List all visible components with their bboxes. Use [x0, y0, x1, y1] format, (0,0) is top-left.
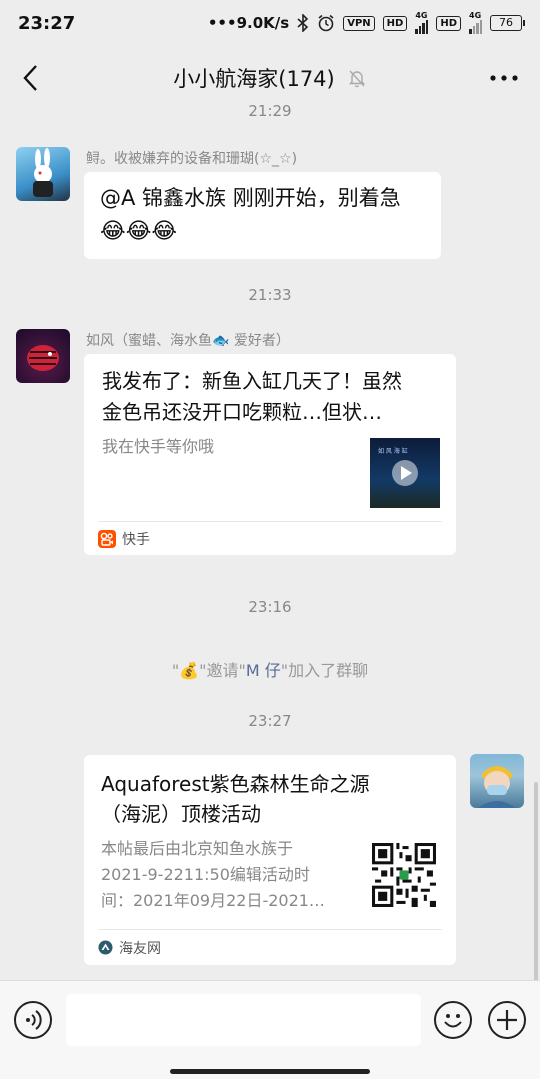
chat-messages[interactable]: 21:29 鲟。收被嫌弃的设备和珊瑚(☆_☆) @A 锦鑫水族 刚刚开始，别着急… — [0, 100, 540, 980]
card-source-name: 海友网 — [119, 940, 161, 957]
money-bag-icon: 💰 — [179, 661, 200, 680]
rabbit-avatar-icon — [33, 148, 53, 197]
plus-icon — [497, 1010, 517, 1030]
chat-title: 小小航海家(174) — [173, 63, 366, 93]
card-source-name: 快手 — [122, 531, 150, 548]
video-thumbnail[interactable]: 如 风 海 缸 — [370, 438, 440, 508]
scrollbar[interactable] — [534, 782, 538, 982]
bluetooth-icon — [297, 14, 309, 32]
mute-bell-icon — [348, 70, 365, 88]
kuaishou-logo-icon — [98, 529, 116, 548]
qr-code-icon[interactable] — [372, 843, 436, 907]
card-description: 我在快手等你哦 — [102, 437, 215, 456]
back-arrow-icon[interactable] — [14, 60, 50, 96]
card-title-line-1: 我发布了：新鱼入缸几天了！虽然 — [102, 369, 402, 393]
fish-avatar-icon — [27, 345, 59, 371]
message-text: @A 锦鑫水族 刚刚开始，别着急 — [100, 186, 401, 210]
alarm-icon — [318, 14, 334, 32]
member-name-link[interactable]: M 仔 — [246, 661, 281, 680]
sender-name-1: 鲟。收被嫌弃的设备和珊瑚(☆_☆) — [86, 151, 298, 167]
vpn-badge: VPN — [343, 15, 375, 31]
avatar-self[interactable] — [470, 754, 524, 808]
card-desc-line-3: 间：2021年09月22日-2021… — [101, 891, 325, 910]
avatar-sender-2[interactable] — [16, 329, 70, 383]
avatar-sender-1[interactable] — [16, 147, 70, 201]
network-type-1: 4G — [415, 11, 428, 20]
sender-name-2: 如风（蜜蜡、海水鱼🐟 爱好者） — [86, 333, 290, 349]
status-icons: •••9.0K/s VPN HD 4G HD 4G 76 — [207, 11, 525, 34]
more-functions-button[interactable] — [488, 1001, 526, 1039]
haiyou-logo-icon — [98, 940, 113, 955]
card-desc-line-1: 本帖最后由北京知鱼水族于 — [101, 839, 294, 858]
status-time: 23:27 — [18, 12, 76, 34]
group-name: 小小航海家(174) — [173, 67, 335, 91]
card-desc-line-2: 2021-9-2211:50编辑活动时 — [101, 865, 310, 884]
timestamp: 21:33 — [248, 286, 292, 304]
link-card-haiyou[interactable]: Aquaforest紫色森林生命之源 （海泥）顶楼活动 本帖最后由北京知鱼水族于… — [84, 755, 456, 965]
timestamp: 23:16 — [248, 598, 292, 616]
smiley-icon — [444, 1014, 462, 1028]
play-icon — [392, 460, 418, 486]
message-bubble-1[interactable]: @A 锦鑫水族 刚刚开始，别着急 😂😂😂 — [84, 172, 441, 259]
hd-badge-2: HD — [436, 15, 461, 31]
hd-badge-1: HD — [382, 15, 408, 31]
system-join-message: "💰"邀请"M 仔"加入了群聊 — [171, 661, 369, 680]
timestamp: 21:29 — [248, 102, 292, 120]
battery-indicator: 76 — [490, 15, 525, 31]
link-card-kuaishou[interactable]: 我发布了：新鱼入缸几天了！虽然 金色吊还没开口吃颗粒…但状… 我在快手等你哦 如… — [84, 354, 456, 555]
emoji-button[interactable] — [434, 1001, 472, 1039]
signal-bars-1-icon — [415, 20, 429, 34]
home-indicator[interactable] — [170, 1069, 370, 1074]
child-avatar-icon — [478, 766, 516, 808]
signal-2: 4G — [469, 12, 482, 34]
status-bar: 23:27 •••9.0K/s VPN HD 4G HD 4G 76 — [0, 0, 540, 46]
network-type-2: 4G — [469, 11, 482, 20]
card-title-line-2: （海泥）顶楼活动 — [101, 802, 261, 826]
voice-icon — [26, 1010, 42, 1030]
signal-1: 4G — [415, 11, 429, 34]
card-title-line-1: Aquaforest紫色森林生命之源 — [101, 772, 370, 796]
signal-bars-2-icon — [469, 20, 482, 34]
input-bar — [0, 980, 540, 1079]
more-options-icon[interactable] — [488, 66, 520, 90]
card-source: 海友网 — [98, 929, 442, 965]
voice-input-button[interactable] — [14, 1001, 52, 1039]
card-source: 快手 — [98, 521, 442, 555]
message-emoji: 😂😂😂 — [100, 219, 178, 244]
message-input[interactable] — [66, 994, 421, 1046]
card-title-line-2: 金色吊还没开口吃颗粒…但状… — [102, 400, 382, 424]
timestamp: 23:27 — [248, 712, 292, 730]
network-speed: •••9.0K/s — [207, 14, 290, 32]
